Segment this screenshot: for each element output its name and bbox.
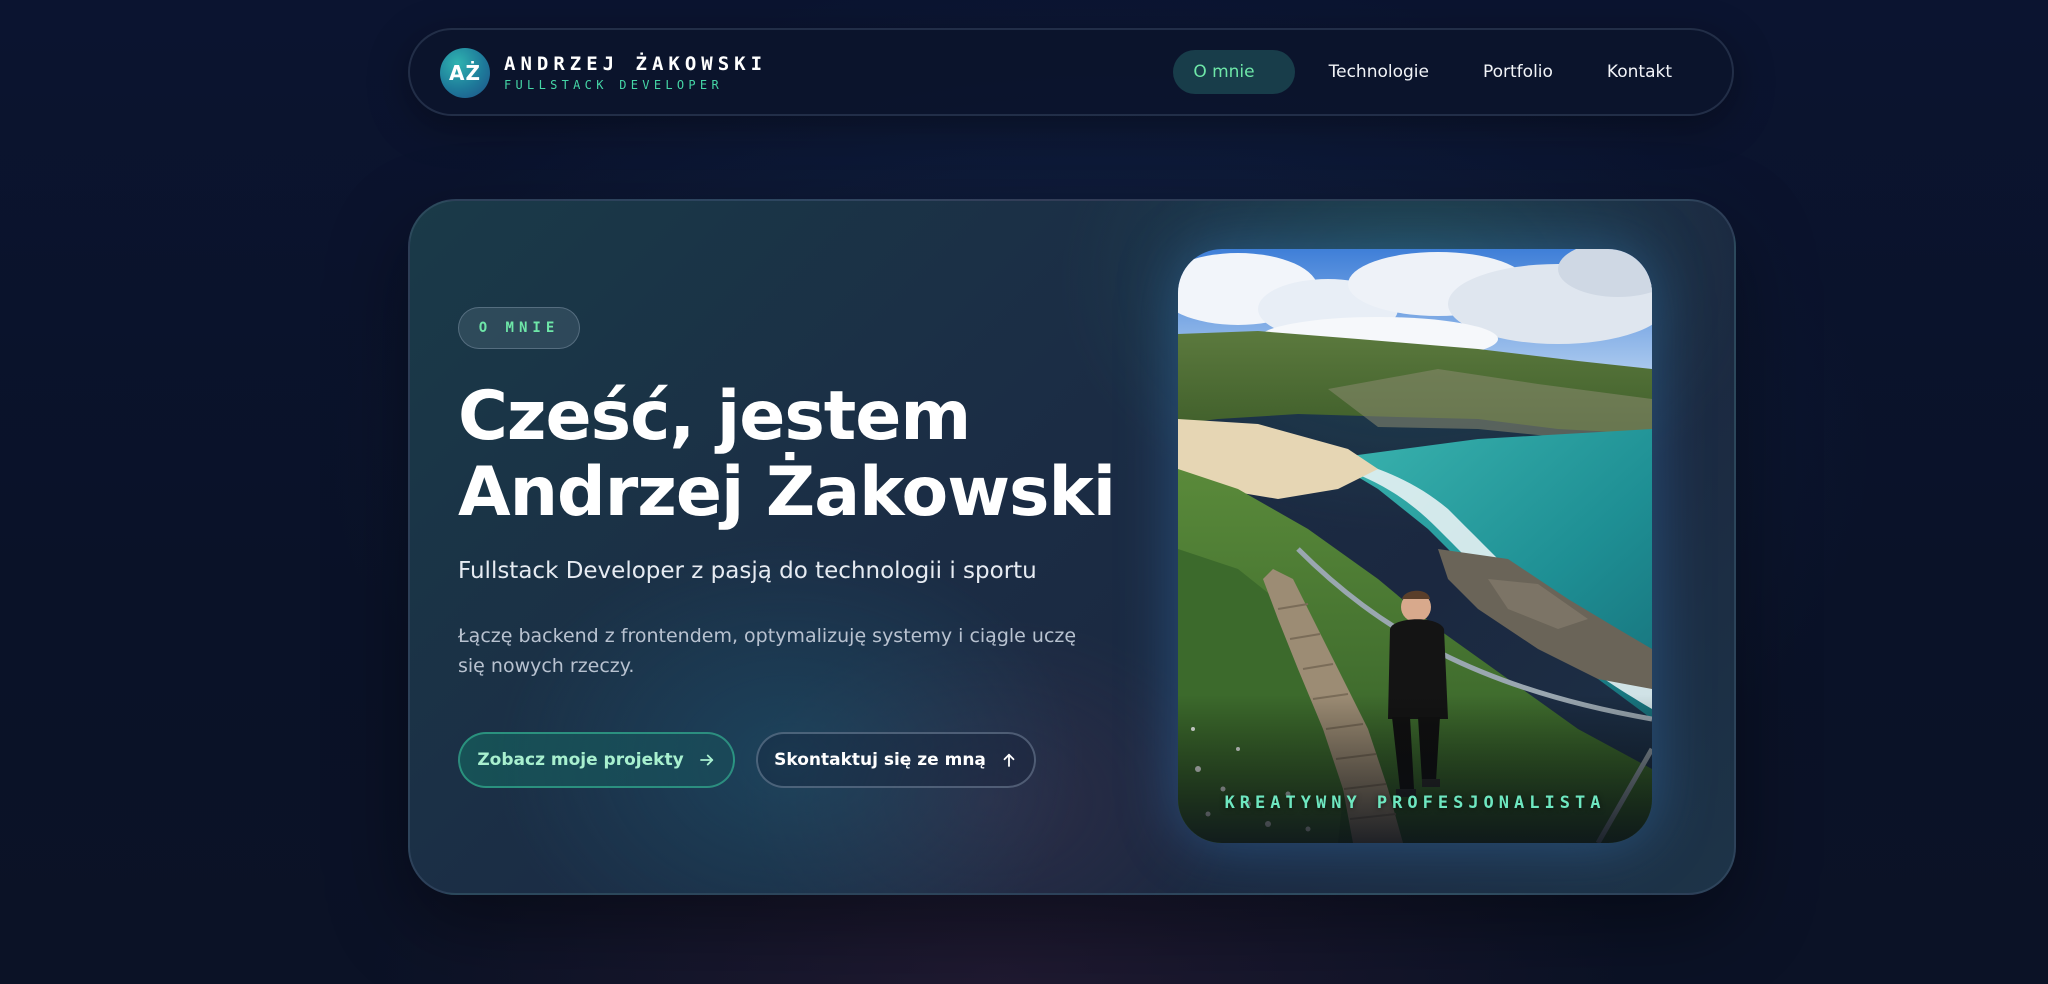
hero-headline: Cześć, jestem Andrzej Żakowski: [458, 379, 1178, 531]
nav-item-technologie[interactable]: Technologie: [1309, 50, 1449, 94]
view-projects-label: Zobacz moje projekty: [477, 750, 684, 770]
photo-caption: KREATYWNY PROFESJONALISTA: [1224, 793, 1606, 813]
contact-me-label: Skontaktuj się ze mną: [774, 750, 986, 770]
logo-monogram: AŻ: [440, 48, 490, 98]
navbar: AŻ ANDRZEJ ŻAKOWSKI FULLSTACK DEVELOPER …: [408, 28, 1734, 116]
arrow-up-icon: [1003, 753, 1015, 767]
nav-item-kontakt[interactable]: Kontakt: [1587, 50, 1692, 94]
main-nav: O mnie Technologie Portfolio Kontakt: [1159, 50, 1692, 94]
brand-name: ANDRZEJ ŻAKOWSKI: [504, 53, 768, 75]
profile-photo: KREATYWNY PROFESJONALISTA: [1178, 249, 1652, 843]
headline-line-1: Cześć, jestem: [458, 377, 971, 456]
nav-item-portfolio[interactable]: Portfolio: [1463, 50, 1573, 94]
brand-role: FULLSTACK DEVELOPER: [504, 78, 723, 92]
hero-description: Łączę backend z frontendem, optymalizuję…: [458, 625, 1077, 677]
brand-text: ANDRZEJ ŻAKOWSKI FULLSTACK DEVELOPER: [504, 53, 767, 93]
view-projects-button[interactable]: Zobacz moje projekty: [458, 732, 735, 788]
coastal-landscape-image: [1178, 249, 1652, 843]
headline-line-2: Andrzej Żakowski: [458, 453, 1116, 532]
hero-card: O MNIE Cześć, jestem Andrzej Żakowski Fu…: [408, 199, 1736, 895]
hero-subtitle: Fullstack Developer z pasją do technolog…: [458, 558, 1037, 584]
arrow-right-icon: [699, 754, 713, 766]
brand[interactable]: AŻ ANDRZEJ ŻAKOWSKI FULLSTACK DEVELOPER: [440, 48, 767, 98]
section-badge: O MNIE: [458, 307, 580, 349]
contact-me-button[interactable]: Skontaktuj się ze mną: [756, 732, 1036, 788]
nav-item-o-mnie[interactable]: O mnie: [1173, 50, 1295, 94]
